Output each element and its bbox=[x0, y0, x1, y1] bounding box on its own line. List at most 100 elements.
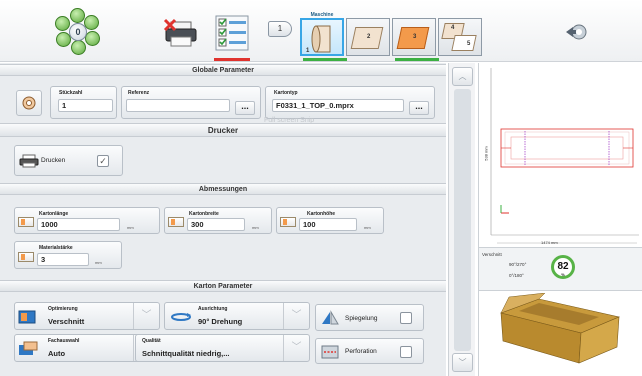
reference-label: Referenz bbox=[128, 90, 150, 96]
section-dims-header: Abmessungen bbox=[0, 183, 446, 195]
feed-icon bbox=[19, 341, 38, 355]
mirror-card[interactable]: Spiegelung bbox=[315, 304, 424, 331]
quality-select[interactable]: Qualität Schnittqualität niedrig,... ﹀ bbox=[135, 334, 310, 362]
waste-rotation-90: 90°/270° bbox=[509, 262, 527, 267]
ruler-icon bbox=[168, 217, 184, 227]
box-type-input[interactable]: F0331_1_TOP_0.mprx bbox=[272, 99, 404, 112]
back-arrow-icon[interactable] bbox=[565, 23, 587, 41]
perforation-icon bbox=[321, 345, 339, 359]
parameter-panel: Globale Parameter Stückzahl 1 Referenz .… bbox=[0, 63, 446, 376]
slot-number: 2 bbox=[367, 34, 371, 40]
box-3d-preview[interactable] bbox=[479, 293, 642, 376]
slot-number: 5 bbox=[467, 41, 471, 47]
slot-number: 3 bbox=[413, 34, 417, 40]
print-checkbox[interactable]: ✓ bbox=[97, 155, 109, 167]
width-dimension-label: 1474 mm bbox=[541, 240, 558, 245]
mirror-checkbox[interactable] bbox=[400, 312, 412, 324]
thickness-input[interactable]: 3 bbox=[37, 253, 89, 266]
printer-icon bbox=[19, 154, 39, 168]
rotation-value: 90° Drehung bbox=[198, 317, 243, 326]
box-type-card: Kartontyp F0331_1_TOP_0.mprx ... bbox=[265, 86, 435, 119]
width-unit: mm bbox=[252, 225, 259, 230]
toolbar: 0 1 Maschine 1 2 3 4 5 bbox=[0, 0, 642, 62]
roll-icon bbox=[311, 25, 331, 53]
box-type-browse-button[interactable]: ... bbox=[409, 101, 429, 115]
length-label: Kartonlänge bbox=[39, 211, 69, 217]
optimize-icon bbox=[18, 310, 36, 324]
waste-rotation-0: 0°/180° bbox=[509, 273, 524, 278]
ruler-icon bbox=[18, 217, 34, 227]
length-input[interactable]: 1000 bbox=[37, 218, 120, 231]
perforation-label: Perforation bbox=[345, 348, 377, 355]
rotation-select[interactable]: Ausrichtung 90° Drehung ﹀ bbox=[164, 302, 310, 330]
status-bar-green bbox=[303, 58, 347, 61]
quality-value: Schnittqualität niedrig,... bbox=[142, 349, 230, 358]
waste-value: 82 bbox=[557, 261, 569, 272]
optimization-value: Verschnitt bbox=[48, 317, 85, 326]
optimization-label: Optimierung bbox=[48, 306, 78, 312]
section-box-header: Karton Parameter bbox=[0, 280, 446, 292]
scroll-up-button[interactable]: ︿ bbox=[452, 67, 473, 86]
reference-browse-button[interactable]: ... bbox=[235, 101, 255, 115]
status-bar-red bbox=[214, 58, 250, 61]
perforation-card[interactable]: Perforation bbox=[315, 338, 424, 364]
feed-label: Fachauswahl bbox=[48, 338, 80, 344]
quantity-card: Stückzahl 1 bbox=[50, 86, 117, 119]
chevron-down-icon[interactable]: ﹀ bbox=[283, 303, 309, 329]
gear-icon bbox=[22, 96, 36, 110]
section-printer-header: Drucker bbox=[0, 123, 446, 137]
tag-button[interactable]: 1 bbox=[268, 21, 292, 37]
machine-slot-2[interactable]: 2 bbox=[346, 18, 390, 56]
machine-slot-4[interactable]: 4 5 bbox=[438, 18, 482, 56]
slot-number: 1 bbox=[306, 48, 310, 54]
slot-number: 4 bbox=[451, 25, 455, 31]
scroll-thumb[interactable] bbox=[454, 89, 471, 351]
ruler-icon bbox=[18, 252, 34, 262]
waste-unit: % bbox=[561, 272, 565, 277]
machine-strip: Maschine 1 2 3 4 5 bbox=[298, 12, 490, 58]
checklist-icon[interactable] bbox=[214, 14, 250, 52]
chevron-down-icon[interactable]: ﹀ bbox=[133, 303, 159, 329]
section-global-header: Globale Parameter bbox=[0, 64, 446, 76]
thickness-card: Materialstärke 3 mm bbox=[14, 241, 122, 269]
height-input[interactable]: 100 bbox=[299, 218, 357, 231]
view-selector-icon[interactable]: 0 bbox=[54, 8, 102, 56]
status-bar-green bbox=[395, 58, 439, 61]
feed-value: Auto bbox=[48, 349, 66, 358]
height-label: Kartonhöhe bbox=[307, 211, 336, 217]
rotate-icon bbox=[171, 313, 191, 321]
optimization-select[interactable]: Optimierung Verschnitt ﹀ bbox=[14, 302, 160, 330]
settings-button[interactable] bbox=[16, 90, 42, 116]
width-label: Kartonbreite bbox=[189, 211, 219, 217]
height-dimension-label: 538 mm bbox=[483, 146, 489, 161]
preview-panel: 1474 mm 538 mm Verschnitt 90°/270° 0°/18… bbox=[478, 63, 642, 376]
perforation-checkbox[interactable] bbox=[400, 346, 412, 358]
reference-input[interactable] bbox=[126, 99, 230, 112]
box-icon bbox=[451, 35, 477, 51]
quantity-label: Stückzahl bbox=[59, 90, 83, 96]
view-center-label: 0 bbox=[69, 23, 87, 41]
scroll-down-button[interactable]: ﹀ bbox=[452, 353, 473, 372]
machine-strip-label: Maschine bbox=[310, 12, 334, 18]
machine-slot-3[interactable]: 3 bbox=[392, 18, 436, 56]
box-type-label: Kartontyp bbox=[274, 90, 298, 96]
width-card: Kartonbreite 300 mm bbox=[164, 207, 272, 234]
print-card[interactable]: Drucken ✓ bbox=[14, 145, 123, 176]
thickness-label: Materialstärke bbox=[39, 245, 73, 251]
print-label: Drucken bbox=[41, 157, 66, 164]
height-card: Kartonhöhe 100 mm bbox=[276, 207, 384, 234]
vertical-scrollbar[interactable]: ︿ ﹀ bbox=[448, 63, 475, 376]
quantity-input[interactable]: 1 bbox=[58, 99, 113, 112]
machine-slot-1[interactable]: Maschine 1 bbox=[300, 12, 344, 56]
rotation-label: Ausrichtung bbox=[198, 306, 228, 312]
chevron-down-icon[interactable]: ﹀ bbox=[283, 335, 309, 361]
layout-preview-2d[interactable] bbox=[479, 63, 642, 247]
width-input[interactable]: 300 bbox=[187, 218, 245, 231]
printer-cancel-icon[interactable] bbox=[163, 18, 199, 48]
mirror-label: Spiegelung bbox=[345, 315, 378, 322]
mirror-icon bbox=[322, 310, 339, 325]
quality-label: Qualität bbox=[142, 338, 161, 344]
length-card: Kartonlänge 1000 mm bbox=[14, 207, 160, 234]
reference-card: Referenz ... bbox=[121, 86, 261, 119]
waste-title: Verschnitt bbox=[482, 252, 502, 257]
